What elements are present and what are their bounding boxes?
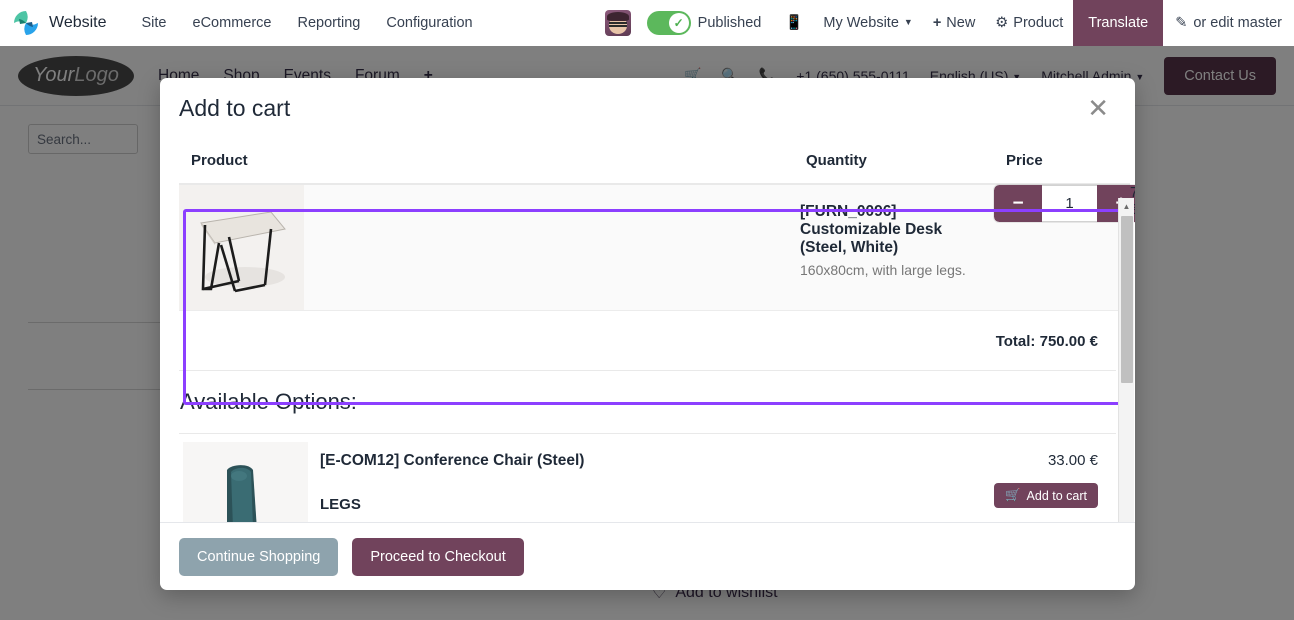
publish-toggle[interactable]: ✓ Published [646, 11, 762, 35]
app-name[interactable]: Website [49, 14, 107, 32]
publish-label: Published [697, 15, 762, 31]
quantity-input[interactable] [1042, 185, 1097, 222]
odoo-website-logo[interactable] [11, 8, 41, 38]
cart-icon: 🛒 [1004, 488, 1021, 502]
column-header-product: Product [179, 138, 794, 185]
add-to-cart-modal: Add to cart ✕ Product Quantity Price [FU… [160, 78, 1135, 590]
new-button[interactable]: + New [923, 0, 985, 46]
pencil-icon: ✎ [1175, 15, 1188, 31]
option-add-to-cart-label: Add to cart [1026, 488, 1087, 503]
chair-illustration [183, 442, 308, 522]
menu-item-reporting[interactable]: Reporting [284, 0, 373, 46]
quantity-stepper: − + [994, 185, 1135, 222]
toggle-pill[interactable]: ✓ [646, 11, 691, 35]
odoo-logo-icon [14, 11, 38, 35]
check-circle-icon: ✓ [668, 13, 689, 33]
edit-master-button[interactable]: ✎ or edit master [1163, 0, 1294, 46]
option-row: [E-COM12] Conference Chair (Steel) LEGS … [179, 434, 1116, 522]
odoo-systray-bar: Website Site eCommerce Reporting Configu… [0, 0, 1294, 46]
cart-table: Product Quantity Price [FURN_0096] Custo… [179, 138, 1135, 311]
product-button-label: Product [1013, 15, 1064, 31]
website-selector-label: My Website [823, 15, 899, 31]
scroll-up-arrow-icon[interactable]: ▲ [1119, 198, 1134, 214]
modal-header: Add to cart ✕ [160, 78, 1135, 138]
cart-table-header-row: Product Quantity Price [179, 138, 1130, 185]
modal-scroll-region: Product Quantity Price [FURN_0096] Custo… [179, 138, 1135, 522]
product-title: [FURN_0096] Customizable Desk (Steel, Wh… [800, 203, 943, 256]
new-button-label: New [946, 15, 976, 31]
menu-item-site[interactable]: Site [129, 0, 180, 46]
desk-illustration [179, 185, 304, 310]
product-button[interactable]: ⚙ Product [985, 0, 1073, 46]
mobile-icon[interactable]: 📱 [775, 0, 813, 46]
modal-title: Add to cart [179, 94, 291, 121]
option-image-cell [179, 442, 314, 522]
user-avatar[interactable] [604, 10, 631, 36]
option-attribute-legs: LEGS [320, 496, 361, 513]
cart-table-row: [FURN_0096] Customizable Desk (Steel, Wh… [179, 184, 1135, 311]
modal-footer: Continue Shopping Proceed to Checkout [160, 522, 1135, 590]
menu-item-ecommerce[interactable]: eCommerce [180, 0, 285, 46]
continue-shopping-button[interactable]: Continue Shopping [179, 537, 339, 576]
gear-icon: ⚙ [995, 15, 1009, 31]
scrollbar-thumb[interactable] [1121, 216, 1133, 383]
option-add-to-cart-button[interactable]: 🛒 Add to cart [993, 483, 1098, 508]
option-price: 33.00 € [1047, 452, 1098, 469]
product-subtitle: 160x80cm, with large legs. [800, 262, 966, 278]
plus-icon: + [932, 15, 942, 31]
chevron-down-icon: ▼ [903, 17, 913, 27]
product-quantity-cell: − + [994, 184, 1135, 311]
chair-product-image [183, 442, 308, 522]
edit-master-label: or edit master [1193, 15, 1282, 31]
column-header-quantity: Quantity [794, 138, 994, 185]
avatar-glasses [608, 22, 627, 27]
column-header-price: Price [994, 138, 1130, 185]
product-image-cell [179, 184, 794, 311]
modal-scrollbar[interactable]: ▲ ▼ [1118, 198, 1134, 522]
translate-button[interactable]: Translate [1073, 0, 1164, 46]
product-info-cell: [FURN_0096] Customizable Desk (Steel, Wh… [794, 184, 994, 311]
menu-item-configuration[interactable]: Configuration [373, 0, 485, 46]
option-actions: 33.00 € 🛒 Add to cart [956, 442, 1116, 522]
modal-body: Product Quantity Price [FURN_0096] Custo… [160, 138, 1135, 522]
minus-icon[interactable]: − [994, 185, 1042, 222]
option-title: [E-COM12] Conference Chair (Steel) [320, 452, 585, 469]
option-info: [E-COM12] Conference Chair (Steel) LEGS [314, 442, 956, 522]
website-selector[interactable]: My Website ▼ [813, 0, 922, 46]
proceed-to-checkout-button[interactable]: Proceed to Checkout [352, 537, 524, 576]
desk-product-image [179, 185, 304, 310]
available-options-title: Available Options: [179, 371, 1116, 434]
avatar-hair [606, 12, 629, 21]
close-icon[interactable]: ✕ [1081, 93, 1115, 123]
cart-total: Total: 750.00 € [179, 311, 1116, 371]
